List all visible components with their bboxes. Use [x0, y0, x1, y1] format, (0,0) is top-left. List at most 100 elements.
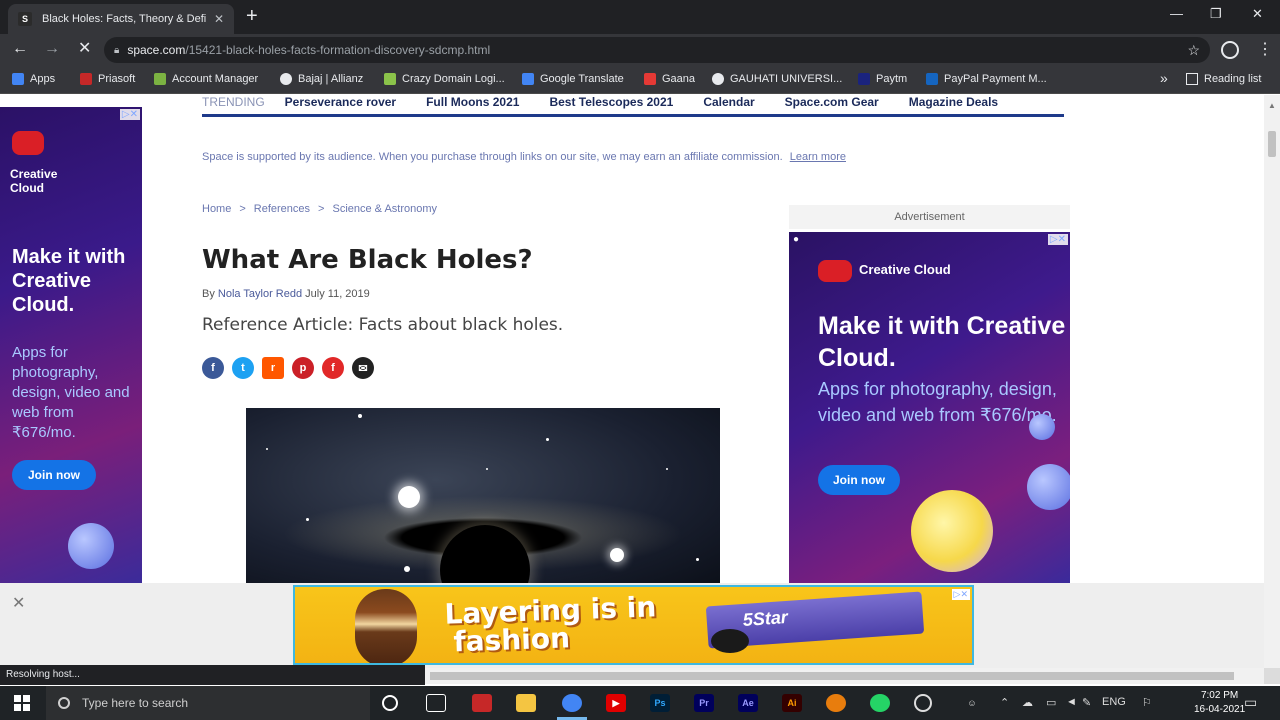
article-summary: Reference Article: Facts about black hol…: [202, 315, 564, 335]
join-now-button[interactable]: Join now: [12, 460, 96, 490]
right-ad-creative-cloud[interactable]: ▷✕ ● Creative Cloud Make it with Creativ…: [789, 232, 1070, 583]
lock-icon[interactable]: 🔒︎: [114, 45, 119, 56]
reddit-icon[interactable]: r: [262, 357, 284, 379]
pen-icon[interactable]: ✎: [1082, 696, 1091, 709]
bookmark-paypal[interactable]: PayPal Payment M...: [926, 73, 1047, 85]
language-indicator[interactable]: ENG: [1102, 696, 1126, 708]
bookmarks-bar: Apps Priasoft Account Manager Bajaj | Al…: [0, 66, 1280, 94]
bottom-ad-5star[interactable]: Layering is in fashion 5Star ▷✕: [293, 585, 974, 665]
flipboard-icon[interactable]: f: [322, 357, 344, 379]
network-icon[interactable]: ▭: [1046, 696, 1056, 709]
breadcrumb-science-astronomy[interactable]: Science & Astronomy: [332, 203, 437, 215]
clock-time: 7:02 PM: [1200, 690, 1239, 701]
trending-nav: TRENDING Perseverance rover Full Moons 2…: [202, 95, 1064, 117]
learn-more-link[interactable]: Learn more: [790, 151, 846, 163]
trending-link[interactable]: Magazine Deals: [909, 95, 998, 109]
reading-list-icon: [1186, 73, 1198, 85]
profile-avatar-icon[interactable]: [1221, 41, 1239, 59]
action-center-icon[interactable]: ▭: [1244, 694, 1257, 711]
stop-icon[interactable]: ✕: [78, 40, 91, 58]
trending-link[interactable]: Full Moons 2021: [426, 95, 519, 109]
ad-choices-icon[interactable]: ▷✕: [119, 109, 140, 120]
task-view-icon[interactable]: [426, 694, 446, 712]
bookmark-gaana[interactable]: Gaana: [644, 73, 695, 85]
whatsapp-icon[interactable]: [870, 694, 890, 712]
email-icon[interactable]: ✉: [352, 357, 374, 379]
notification-bell-icon[interactable]: ⚐: [1142, 696, 1152, 709]
ad-choices-icon[interactable]: ▷✕: [951, 589, 970, 600]
left-ad-creative-cloud[interactable]: ▷✕ Creative Cloud Make it with Creative …: [0, 107, 142, 583]
taskbar-search-box[interactable]: Type here to search: [46, 686, 370, 720]
breadcrumb-references[interactable]: References: [254, 203, 310, 215]
scrollbar-thumb[interactable]: [1268, 131, 1276, 157]
blender-icon[interactable]: [826, 694, 846, 712]
google-translate-icon: [522, 73, 534, 85]
menu-kebab-icon[interactable]: ⋮: [1257, 39, 1273, 59]
planet-icon: [1029, 414, 1055, 440]
new-tab-icon[interactable]: +: [246, 6, 258, 26]
advertisement-label: Advertisement: [789, 205, 1070, 229]
byline: By Nola Taylor Redd July 11, 2019: [202, 288, 370, 300]
tab-active[interactable]: S Black Holes: Facts, Theory & Defi ✕: [8, 4, 234, 34]
twitter-icon[interactable]: t: [232, 357, 254, 379]
author-link[interactable]: Nola Taylor Redd: [218, 288, 302, 300]
creative-cloud-logo-icon: [12, 131, 44, 155]
bookmark-bajaj-allianz[interactable]: Bajaj | Allianz: [280, 73, 363, 85]
cortana-icon[interactable]: [382, 695, 398, 711]
youtube-icon[interactable]: ▶: [606, 694, 626, 712]
ad-choices-icon[interactable]: ▷✕: [1047, 234, 1068, 245]
sticky-ad-bar: ✕ Layering is in fashion 5Star ▷✕: [0, 583, 1264, 668]
toolbar: ← → ✕ 🔒︎ space.com /15421-black-holes-fa…: [0, 34, 1280, 66]
bookmark-account-manager[interactable]: Account Manager: [154, 73, 258, 85]
restore-icon[interactable]: ❐: [1210, 6, 1222, 22]
info-icon[interactable]: ●: [791, 234, 801, 245]
bookmark-star-icon[interactable]: ☆: [1187, 42, 1200, 59]
chrome-icon[interactable]: [562, 694, 582, 712]
search-icon: [58, 697, 70, 709]
bookmark-paytm[interactable]: Paytm: [858, 73, 907, 85]
moon-icon: [911, 490, 993, 572]
system-clock[interactable]: 7:02 PM 16-04-2021: [1194, 689, 1245, 717]
bookmark-google-translate[interactable]: Google Translate: [522, 73, 624, 85]
illustrator-icon[interactable]: Ai: [782, 694, 802, 712]
bookmark-priasoft[interactable]: Priasoft: [80, 73, 135, 85]
cloud-icon[interactable]: ☁: [1022, 696, 1033, 709]
site-favicon-icon: S: [18, 12, 32, 26]
people-icon[interactable]: ☺: [962, 694, 982, 712]
trending-link[interactable]: Space.com Gear: [785, 95, 879, 109]
premiere-icon[interactable]: Pr: [694, 694, 714, 712]
forward-icon[interactable]: →: [44, 40, 60, 58]
volume-icon[interactable]: ◄: [1066, 696, 1077, 708]
close-ad-icon[interactable]: ✕: [12, 593, 25, 613]
file-explorer-icon[interactable]: [516, 694, 536, 712]
scrollbar-thumb[interactable]: [430, 672, 1234, 680]
bookmark-apps[interactable]: Apps: [12, 73, 55, 85]
scroll-up-icon[interactable]: ▲: [1268, 101, 1276, 110]
trending-link[interactable]: Perseverance rover: [285, 95, 396, 109]
bookmark-crazy-domain[interactable]: Crazy Domain Logi...: [384, 73, 505, 85]
pinterest-icon[interactable]: p: [292, 357, 314, 379]
vertical-scrollbar[interactable]: ▲: [1264, 95, 1280, 668]
breadcrumb-home[interactable]: Home: [202, 203, 231, 215]
after-effects-icon[interactable]: Ae: [738, 694, 758, 712]
bookmark-gauhati-university[interactable]: GAUHATI UNIVERSI...: [712, 73, 842, 85]
address-bar[interactable]: 🔒︎ space.com /15421-black-holes-facts-fo…: [104, 37, 1210, 63]
reading-list-button[interactable]: Reading list: [1186, 73, 1261, 85]
trending-link[interactable]: Best Telescopes 2021: [549, 95, 673, 109]
tab-close-icon[interactable]: ✕: [214, 12, 224, 26]
bookmarks-overflow-icon[interactable]: »: [1160, 70, 1168, 86]
window-close-icon[interactable]: ✕: [1252, 6, 1263, 22]
star-dot: [666, 468, 668, 470]
app-icon[interactable]: [472, 694, 492, 712]
join-now-button[interactable]: Join now: [818, 465, 900, 495]
windows-start-icon[interactable]: [14, 695, 30, 711]
facebook-icon[interactable]: f: [202, 357, 224, 379]
photoshop-icon[interactable]: Ps: [650, 694, 670, 712]
trending-link[interactable]: Calendar: [703, 95, 754, 109]
minimize-icon[interactable]: —: [1170, 6, 1183, 21]
app-circle-icon[interactable]: [914, 694, 932, 712]
page-title: What Are Black Holes?: [202, 245, 533, 275]
back-icon[interactable]: ←: [12, 40, 28, 58]
tray-chevron-icon[interactable]: ⌃: [1000, 696, 1009, 709]
star-dot: [306, 518, 309, 521]
